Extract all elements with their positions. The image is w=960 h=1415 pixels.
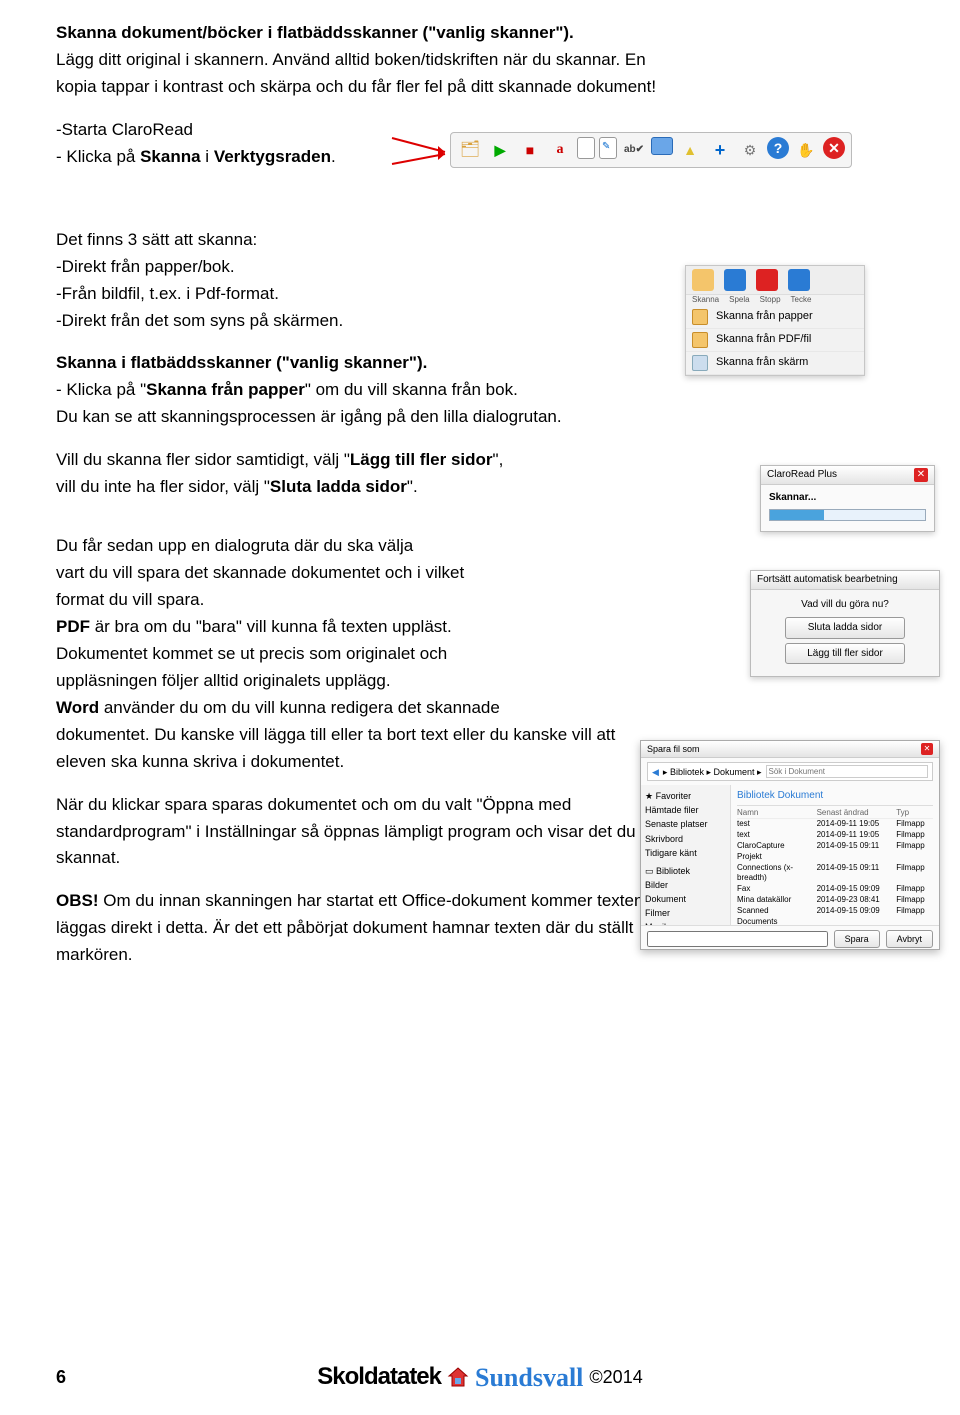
pdf-icon bbox=[692, 332, 708, 348]
flatbed-line: - Klicka på "Skanna från papper" om du v… bbox=[56, 379, 912, 402]
scanning-progress-dialog: ClaroRead Plus✕ Skannar... bbox=[760, 465, 935, 532]
back-arrow-icon[interactable]: ◀ bbox=[652, 766, 659, 778]
file-list: Bibliotek Dokument Namn Senast ändrad Ty… bbox=[731, 785, 939, 925]
close-icon[interactable]: ✕ bbox=[921, 743, 933, 755]
add-more-pages-button[interactable]: Lägg till fler sidor bbox=[785, 643, 905, 665]
filename-input[interactable] bbox=[647, 931, 828, 947]
dialog-question: Vad vill du göra nu? bbox=[759, 598, 931, 612]
save-button[interactable]: Spara bbox=[834, 930, 880, 948]
font-settings-icon[interactable]: a bbox=[547, 137, 573, 163]
screen-small-icon bbox=[692, 355, 708, 371]
search-input[interactable] bbox=[766, 765, 928, 778]
flatbed-heading: Skanna i flatbäddsskanner ("vanlig skann… bbox=[56, 353, 427, 372]
folder-tree[interactable]: ★ Favoriter Hämtade filer Senaste platse… bbox=[641, 785, 731, 925]
play-icon[interactable]: ▶ bbox=[487, 137, 513, 163]
screen-icon[interactable] bbox=[651, 137, 673, 155]
sundsvall-text: Sundsvall bbox=[475, 1360, 583, 1395]
intro-line: Lägg ditt original i skannern. Använd al… bbox=[56, 49, 912, 72]
toolbar-illustration: 🗂 ▶ ■ a ab✔ ▲ + ⚙ ? ✋ ✕ bbox=[390, 130, 852, 170]
intro-line: kopia tappar i kontrast och skärpa och d… bbox=[56, 76, 912, 99]
menu-item-scan-paper[interactable]: Skanna från papper bbox=[686, 306, 864, 329]
dialog-footer: Spara Avbryt bbox=[641, 925, 939, 952]
dialog-titlebar: Fortsätt automatisk bearbetning bbox=[751, 571, 939, 590]
claroread-toolbar: 🗂 ▶ ■ a ab✔ ▲ + ⚙ ? ✋ ✕ bbox=[450, 132, 852, 168]
intro-block: Skanna dokument/böcker i flatbäddsskanne… bbox=[56, 22, 912, 99]
spellcheck-icon[interactable]: ab✔ bbox=[621, 137, 647, 163]
paper-icon bbox=[692, 309, 708, 325]
scan-icon[interactable]: 🗂 bbox=[457, 137, 483, 163]
dialog-titlebar: ClaroRead Plus✕ bbox=[761, 466, 934, 485]
menu-play-icon[interactable] bbox=[724, 269, 746, 291]
save-block: Du får sedan upp en dialogruta där du sk… bbox=[56, 535, 646, 773]
scan-dropdown-menu: Skanna Spela Stopp Tecke Skanna från pap… bbox=[685, 265, 865, 376]
house-icon bbox=[447, 1366, 469, 1388]
file-row[interactable]: ClaroCapture Projekt2014-09-15 09:11Film… bbox=[737, 841, 933, 863]
add-icon[interactable]: + bbox=[707, 137, 733, 163]
close-icon[interactable]: ✕ bbox=[823, 137, 845, 159]
column-headers: Namn Senast ändrad Typ bbox=[737, 808, 933, 820]
file-row[interactable]: Fax2014-09-15 09:09Filmapp bbox=[737, 884, 933, 895]
stop-icon[interactable]: ■ bbox=[517, 137, 543, 163]
close-icon[interactable]: ✕ bbox=[914, 468, 928, 482]
brand-text: Skoldatatek bbox=[317, 1361, 441, 1393]
file-row[interactable]: Scanned Documents2014-09-15 09:09Filmapp bbox=[737, 906, 933, 928]
flatbed-line: Du kan se att skanningsprocessen är igån… bbox=[56, 406, 912, 429]
progress-bar bbox=[769, 509, 926, 521]
edit-document-icon[interactable] bbox=[599, 137, 617, 159]
page-footer: Skoldatatek Sundsvall ©2014 bbox=[0, 1360, 960, 1395]
save-file-dialog: Spara fil som ✕ ◀ ▸ Bibliotek ▸ Dokument… bbox=[640, 740, 940, 950]
copyright-text: ©2014 bbox=[589, 1365, 642, 1389]
more-pages-dialog: Fortsätt automatisk bearbetning Vad vill… bbox=[750, 570, 940, 677]
menu-header-labels: Skanna Spela Stopp Tecke bbox=[686, 295, 864, 306]
settings-icon[interactable]: ⚙ bbox=[737, 137, 763, 163]
file-row[interactable]: Connections (x-breadth)2014-09-15 09:11F… bbox=[737, 863, 933, 885]
highlight-icon[interactable]: ▲ bbox=[677, 137, 703, 163]
file-row[interactable]: text2014-09-11 19:05Filmapp bbox=[737, 830, 933, 841]
breadcrumb[interactable]: ◀ ▸ Bibliotek ▸ Dokument ▸ bbox=[647, 762, 933, 781]
progress-label: Skannar... bbox=[769, 491, 926, 505]
menu-stop-icon[interactable] bbox=[756, 269, 778, 291]
document-icon[interactable] bbox=[577, 137, 595, 159]
menu-scan-icon[interactable] bbox=[692, 269, 714, 291]
hand-icon[interactable]: ✋ bbox=[793, 137, 819, 163]
menu-item-scan-screen[interactable]: Skanna från skärm bbox=[686, 352, 864, 375]
cancel-button[interactable]: Avbryt bbox=[886, 930, 933, 948]
menu-item-scan-pdf[interactable]: Skanna från PDF/fil bbox=[686, 329, 864, 352]
file-row[interactable]: Mina datakällor2014-09-23 08:41Filmapp bbox=[737, 895, 933, 906]
dialog-titlebar: Spara fil som ✕ bbox=[641, 741, 939, 758]
section-title: Skanna dokument/böcker i flatbäddsskanne… bbox=[56, 23, 574, 42]
menu-header bbox=[686, 266, 864, 295]
ways-heading: Det finns 3 sätt att skanna: bbox=[56, 229, 912, 252]
menu-font-icon[interactable] bbox=[788, 269, 810, 291]
pointer-arrows bbox=[390, 130, 450, 170]
stop-loading-button[interactable]: Sluta ladda sidor bbox=[785, 617, 905, 639]
file-row[interactable]: test2014-09-11 19:05Filmapp bbox=[737, 819, 933, 830]
help-icon[interactable]: ? bbox=[767, 137, 789, 159]
